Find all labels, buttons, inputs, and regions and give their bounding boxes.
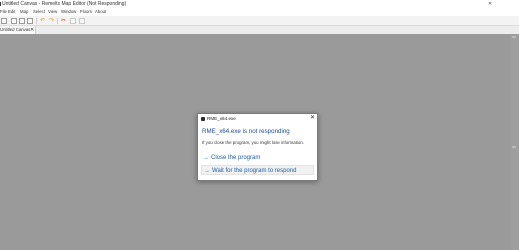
copy-icon[interactable] [70, 18, 76, 24]
wait-for-program-option[interactable]: → Wait for the program to respond [201, 165, 314, 175]
right-panel-edge [510, 34, 519, 250]
menu-select[interactable]: Select [33, 8, 45, 16]
arrow-right-icon: → [203, 155, 209, 161]
toolbar: ↶ ↷ ✂ [0, 16, 519, 26]
tab-close-icon[interactable]: ✕ [30, 26, 34, 34]
paste-icon[interactable] [79, 18, 85, 24]
app-icon [0, 2, 1, 6]
dialog-message: If you close the program, you might lose… [202, 140, 305, 145]
app-icon [201, 117, 205, 121]
save-as-icon[interactable] [27, 18, 33, 24]
arrow-right-icon: → [204, 168, 210, 174]
dialog-title: RME_x64.exe [207, 116, 236, 121]
not-responding-dialog: RME_x64.exe ✕ RME_x64.exe is not respond… [197, 113, 318, 181]
save-icon[interactable] [19, 18, 25, 24]
window-title: Untitled Canvas - Remelts Map Editor (No… [2, 1, 127, 7]
toolbar-separator [36, 18, 37, 24]
dialog-close-button[interactable]: ✕ [309, 115, 316, 122]
new-file-icon[interactable] [1, 18, 7, 24]
menu-window[interactable]: Window [61, 8, 76, 16]
menu-about[interactable]: About [95, 8, 106, 16]
window-titlebar: Untitled Canvas - Remelts Map Editor (No… [0, 0, 519, 8]
panel-marker [512, 36, 516, 38]
option-label: Wait for the program to respond [212, 168, 297, 174]
undo-icon[interactable]: ↶ [40, 17, 45, 25]
menu-floors[interactable]: Floors [80, 8, 92, 16]
close-program-option[interactable]: → Close the program [201, 153, 314, 163]
tab-bar: Untitled Canvas ✕ [0, 26, 519, 34]
menu-file[interactable]: File [0, 8, 7, 16]
menubar: File Edit Map Select View Window Floors … [0, 8, 519, 16]
dialog-heading: RME_x64.exe is not responding [202, 128, 290, 135]
menu-edit[interactable]: Edit [8, 8, 15, 16]
panel-marker [512, 146, 516, 148]
option-label: Close the program [211, 155, 261, 161]
open-folder-icon[interactable] [11, 18, 17, 24]
window-close-button[interactable]: ✕ [488, 2, 492, 7]
redo-icon[interactable]: ↷ [49, 17, 54, 25]
toolbar-separator [57, 18, 58, 24]
cut-icon[interactable]: ✂ [61, 17, 66, 25]
menu-map[interactable]: Map [20, 8, 28, 16]
menu-view[interactable]: View [48, 8, 57, 16]
tab-label: Untitled Canvas [0, 27, 31, 32]
tab-untitled-canvas[interactable]: Untitled Canvas ✕ [0, 26, 36, 34]
